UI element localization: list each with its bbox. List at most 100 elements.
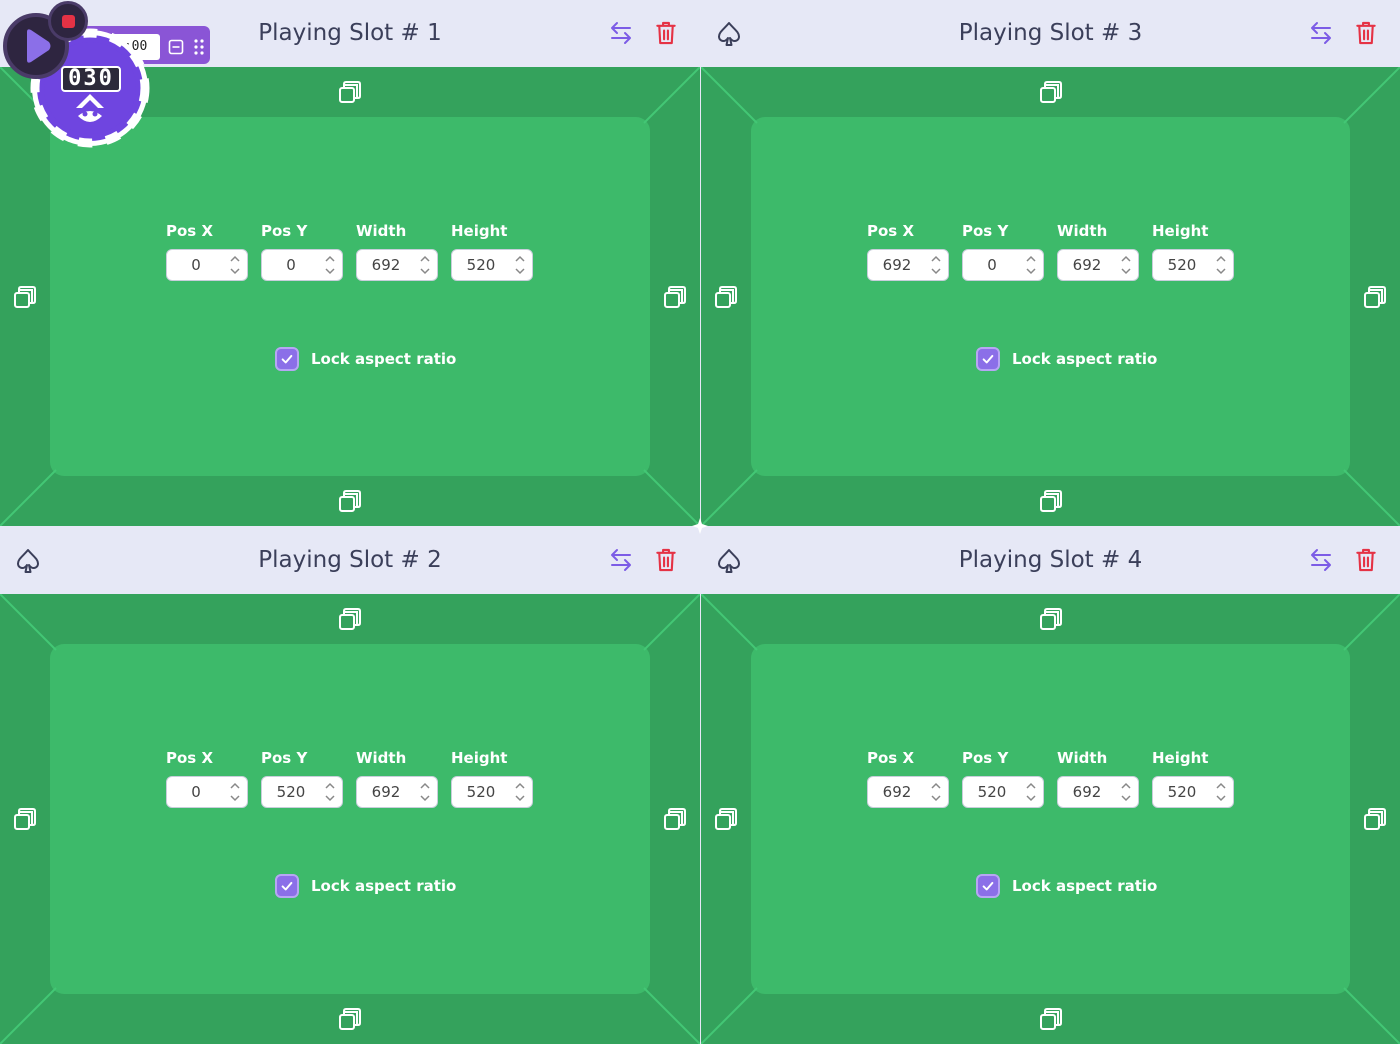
spinner-arrows-icon[interactable]	[418, 253, 432, 277]
lock-aspect-label: Lock aspect ratio	[311, 350, 457, 368]
height-input[interactable]: 520	[1152, 249, 1234, 281]
move-top-icon[interactable]	[337, 79, 363, 105]
width-input[interactable]: 692	[356, 776, 438, 808]
move-bottom-icon[interactable]	[1038, 1006, 1064, 1032]
width-field: Width 692	[356, 222, 438, 281]
height-field: Height 520	[1152, 749, 1234, 808]
lock-aspect-checkbox[interactable]	[275, 874, 299, 898]
lock-aspect-checkbox[interactable]	[976, 874, 1000, 898]
lock-aspect-checkbox[interactable]	[976, 347, 1000, 371]
lock-aspect-ratio[interactable]: Lock aspect ratio	[275, 346, 456, 372]
spinner-arrows-icon[interactable]	[1024, 253, 1038, 277]
trash-icon[interactable]	[1354, 547, 1378, 573]
lock-aspect-label: Lock aspect ratio	[1012, 877, 1158, 895]
move-left-icon[interactable]	[713, 284, 739, 310]
spinner-arrows-icon[interactable]	[1214, 780, 1228, 804]
move-right-icon[interactable]	[662, 284, 688, 310]
pos-y-label: Pos Y	[261, 749, 308, 767]
move-left-icon[interactable]	[713, 806, 739, 832]
spinner-arrows-icon[interactable]	[929, 780, 943, 804]
drag-handle-icon[interactable]	[193, 37, 205, 57]
pos-y-value[interactable]: 520	[262, 777, 320, 807]
pos-x-value[interactable]: 692	[868, 777, 926, 807]
height-value[interactable]: 520	[452, 250, 510, 280]
height-value[interactable]: 520	[1153, 777, 1211, 807]
height-value[interactable]: 520	[1153, 250, 1211, 280]
width-value[interactable]: 692	[1058, 250, 1116, 280]
pos-y-value[interactable]: 0	[963, 250, 1021, 280]
minimize-icon[interactable]	[168, 39, 184, 55]
pos-y-value[interactable]: 520	[963, 777, 1021, 807]
move-top-icon[interactable]	[1038, 606, 1064, 632]
move-left-icon[interactable]	[12, 806, 38, 832]
spinner-arrows-icon[interactable]	[513, 780, 527, 804]
lock-aspect-checkbox[interactable]	[275, 347, 299, 371]
height-input[interactable]: 520	[1152, 776, 1234, 808]
swap-icon[interactable]	[1308, 20, 1334, 46]
table-felt	[701, 67, 1400, 526]
trash-icon[interactable]	[1354, 20, 1378, 46]
move-right-icon[interactable]	[1362, 284, 1388, 310]
height-field: Height 520	[1152, 222, 1234, 281]
stop-button[interactable]	[48, 1, 88, 41]
height-input[interactable]: 520	[451, 776, 533, 808]
pos-y-field: Pos Y 520	[261, 749, 343, 808]
swap-icon[interactable]	[608, 20, 634, 46]
pos-y-label: Pos Y	[962, 222, 1009, 240]
move-bottom-icon[interactable]	[1038, 488, 1064, 514]
width-input[interactable]: 692	[1057, 776, 1139, 808]
spinner-arrows-icon[interactable]	[418, 780, 432, 804]
move-right-icon[interactable]	[1362, 806, 1388, 832]
width-value[interactable]: 692	[357, 250, 415, 280]
pos-x-label: Pos X	[166, 749, 214, 767]
width-field: Width 692	[1057, 222, 1139, 281]
spinner-arrows-icon[interactable]	[228, 253, 242, 277]
move-bottom-icon[interactable]	[337, 1006, 363, 1032]
move-bottom-icon[interactable]	[337, 488, 363, 514]
spinner-arrows-icon[interactable]	[513, 253, 527, 277]
pos-x-label: Pos X	[166, 222, 214, 240]
pos-x-input[interactable]: 0	[166, 249, 248, 281]
width-value[interactable]: 692	[1058, 777, 1116, 807]
lock-aspect-ratio[interactable]: Lock aspect ratio	[275, 873, 456, 899]
lock-aspect-label: Lock aspect ratio	[1012, 350, 1158, 368]
pos-x-input[interactable]: 0	[166, 776, 248, 808]
pos-x-value[interactable]: 0	[167, 250, 225, 280]
pos-y-input[interactable]: 520	[962, 776, 1044, 808]
spinner-arrows-icon[interactable]	[323, 780, 337, 804]
pos-x-input[interactable]: 692	[867, 776, 949, 808]
spinner-arrows-icon[interactable]	[323, 253, 337, 277]
height-value[interactable]: 520	[452, 777, 510, 807]
lock-aspect-ratio[interactable]: Lock aspect ratio	[976, 346, 1157, 372]
spinner-arrows-icon[interactable]	[1024, 780, 1038, 804]
move-right-icon[interactable]	[662, 806, 688, 832]
spinner-arrows-icon[interactable]	[1214, 253, 1228, 277]
pos-y-input[interactable]: 520	[261, 776, 343, 808]
pos-x-input[interactable]: 692	[867, 249, 949, 281]
swap-icon[interactable]	[608, 547, 634, 573]
pos-x-value[interactable]: 0	[167, 777, 225, 807]
width-label: Width	[1057, 749, 1108, 767]
pos-x-value[interactable]: 692	[868, 250, 926, 280]
spinner-arrows-icon[interactable]	[1119, 253, 1133, 277]
pos-y-input[interactable]: 0	[261, 249, 343, 281]
move-top-icon[interactable]	[337, 606, 363, 632]
spinner-arrows-icon[interactable]	[228, 780, 242, 804]
spinner-arrows-icon[interactable]	[929, 253, 943, 277]
spinner-arrows-icon[interactable]	[1119, 780, 1133, 804]
width-input[interactable]: 692	[356, 249, 438, 281]
swap-icon[interactable]	[1308, 547, 1334, 573]
move-left-icon[interactable]	[12, 284, 38, 310]
height-input[interactable]: 520	[451, 249, 533, 281]
height-field: Height 520	[451, 222, 533, 281]
width-input[interactable]: 692	[1057, 249, 1139, 281]
pos-y-input[interactable]: 0	[962, 249, 1044, 281]
move-top-icon[interactable]	[1038, 79, 1064, 105]
width-field: Width 692	[356, 749, 438, 808]
width-value[interactable]: 692	[357, 777, 415, 807]
pos-y-value[interactable]: 0	[262, 250, 320, 280]
lock-aspect-ratio[interactable]: Lock aspect ratio	[976, 873, 1157, 899]
pos-x-field: Pos X 692	[867, 749, 949, 808]
trash-icon[interactable]	[654, 547, 678, 573]
trash-icon[interactable]	[654, 20, 678, 46]
